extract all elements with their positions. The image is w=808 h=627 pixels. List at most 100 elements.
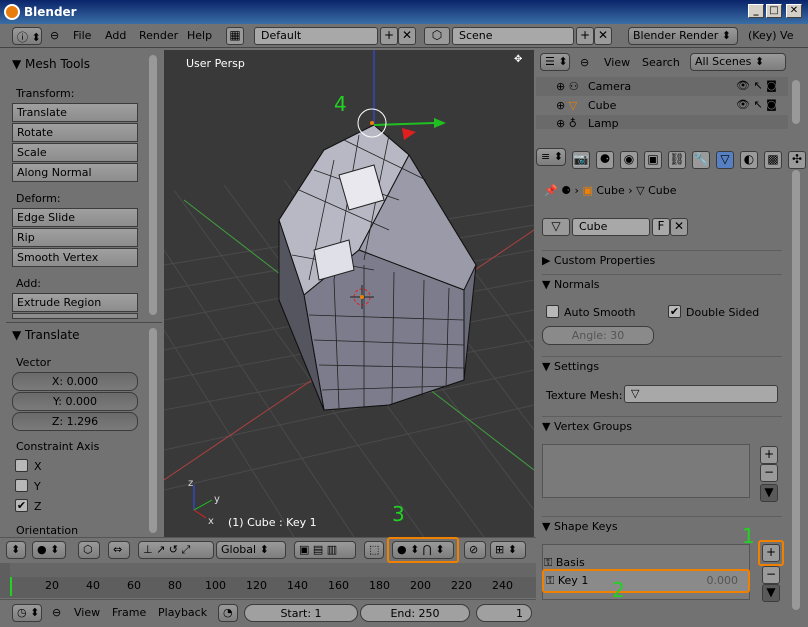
auto-smooth-angle-field[interactable]: Angle: 30 [542,326,654,345]
constraint-z-checkbox[interactable]: ✔ [15,499,28,512]
vertex-group-menu-button[interactable]: ▼ [760,484,778,502]
minimize-button[interactable]: _ [748,4,764,18]
shape-key-row-basis[interactable]: ⚿ Basis [544,556,585,570]
viewport-scene[interactable]: y x z [164,50,534,537]
visibility-icons[interactable]: 👁 ↖ ◙ [736,79,777,92]
vector-y-field[interactable]: Y: 0.000 [12,392,138,411]
smooth-vertex-button[interactable]: Smooth Vertex [12,248,138,267]
scene-filter-select[interactable]: All Scenes ⬍ [690,53,786,71]
render-tab-icon[interactable]: 📷 [572,151,590,169]
extrude-region-button[interactable]: Extrude Region [12,293,138,312]
select-mode-buttons[interactable]: ▣ ▤ ▥ [294,541,356,559]
end-frame-field[interactable]: End: 250 [360,604,470,622]
preview-range-icon[interactable]: ◔ [218,604,238,622]
manipulator-buttons[interactable]: ⊥ ↗ ↺ ⤢ [138,541,214,559]
auto-smooth-checkbox[interactable] [546,305,559,318]
modifiers-tab-icon[interactable]: 🔧 [692,151,710,169]
outliner-menu-search[interactable]: Search [642,56,680,69]
timeline-ruler[interactable]: 20 40 60 80 100 120 140 160 180 200 220 … [0,563,536,598]
texture-tab-icon[interactable]: ▩ [764,151,782,169]
data-tab-icon[interactable]: ▽ [716,151,734,169]
scene-tab-icon[interactable]: ⚈ [596,151,614,169]
timeline-menu-frame[interactable]: Frame [112,606,146,619]
add-scene-button[interactable]: + [576,27,594,45]
shading-mode-button[interactable]: ● ⬍ [32,541,66,559]
view3d-editor-type-button[interactable]: ⬍ [6,541,26,559]
menu-help[interactable]: Help [187,29,212,42]
remove-shape-key-button[interactable]: − [762,566,780,584]
vertex-groups-header[interactable]: ▼ Vertex Groups [542,416,782,438]
outliner-collapse-icon[interactable]: ⊖ [580,56,589,69]
settings-header[interactable]: ▼ Settings [542,356,782,378]
rip-button[interactable]: Rip [12,228,138,247]
outliner-row-lamp[interactable]: ⊕ ♁ Lamp [536,115,788,129]
world-tab-icon[interactable]: ◉ [620,151,638,169]
constraint-y-checkbox[interactable] [15,479,28,492]
mesh-tools-header[interactable]: ▼ Mesh Tools [12,57,90,71]
current-frame-field[interactable]: 1 [476,604,532,622]
vector-x-field[interactable]: X: 0.000 [12,372,138,391]
occlude-icon[interactable]: ⬚ [364,541,384,559]
outliner-menu-view[interactable]: View [604,56,630,69]
snap-center-icon[interactable]: ⇔ [108,541,130,559]
menu-add[interactable]: Add [105,29,126,42]
visibility-icons[interactable]: 👁 ↖ ◙ [736,98,777,111]
outliner-row-cube[interactable]: ⊕ ▽ Cube 👁 ↖ ◙ [536,96,788,115]
custom-properties-header[interactable]: ▶ Custom Properties [542,250,782,272]
texture-mesh-field[interactable]: ▽ [624,385,778,403]
snap-icon[interactable]: ⊘ [464,541,486,559]
edge-slide-button[interactable]: Edge Slide [12,208,138,227]
remove-scene-button[interactable]: ✕ [594,27,612,45]
screen-layout-icon[interactable]: ▦ [226,27,244,45]
menu-file[interactable]: File [73,29,91,42]
3d-viewport[interactable]: y x z User Persp (1) Cube : Key 1 ✥ 4 3 [164,50,534,537]
mesh-browse-icon[interactable]: ▽ [542,218,570,236]
normals-header[interactable]: ▼ Normals [542,274,782,296]
operator-scrollbar[interactable] [149,328,157,533]
rotate-button[interactable]: Rotate [12,123,138,142]
menu-render[interactable]: Render [139,29,178,42]
double-sided-checkbox[interactable]: ✔ [668,305,681,318]
viewport-corner-icon[interactable]: ✥ [514,54,522,65]
timeline-menu-playback[interactable]: Playback [158,606,207,619]
translate-button[interactable]: Translate [12,103,138,122]
properties-editor-type-button[interactable]: ≡ ⬍ [536,148,566,166]
snap-element-button[interactable]: ⊞ ⬍ [490,541,526,559]
timeline-menu-view[interactable]: View [74,606,100,619]
orientation-select[interactable]: Global ⬍ [216,541,286,559]
pivot-point-button[interactable]: ⬡ [78,541,100,559]
maximize-button[interactable]: □ [766,4,782,18]
outliner-scrollbar[interactable] [792,80,800,124]
particles-tab-icon[interactable]: ✣ [788,151,806,169]
timeline-collapse-icon[interactable]: ⊖ [52,606,61,619]
fake-user-button[interactable]: F [652,218,670,236]
unlink-mesh-button[interactable]: ✕ [670,218,688,236]
shape-key-menu-button[interactable]: ▼ [762,584,780,602]
close-button[interactable]: ✕ [786,4,802,18]
material-tab-icon[interactable]: ◐ [740,151,758,169]
vertex-groups-list[interactable] [542,444,750,498]
screen-layout-field[interactable]: Default [254,27,378,45]
tool-shelf-scrollbar[interactable] [149,55,157,315]
properties-scrollbar[interactable] [792,170,800,610]
add-vertex-group-button[interactable]: + [760,446,778,464]
along-normal-button[interactable]: Along Normal [12,163,138,182]
outliner-row-camera[interactable]: ⊕ ⚇ Camera 👁 ↖ ◙ [536,77,788,96]
constraint-x-checkbox[interactable] [15,459,28,472]
remove-layout-button[interactable]: ✕ [398,27,416,45]
object-tab-icon[interactable]: ▣ [644,151,662,169]
mesh-name-field[interactable]: Cube [572,218,650,236]
timeline-editor-type-button[interactable]: ◷ ⬍ [12,604,42,622]
scene-field[interactable]: Scene [452,27,574,45]
vector-z-field[interactable]: Z: 1.296 [12,412,138,431]
outliner-editor-type-button[interactable]: ☰ ⬍ [540,53,570,71]
editor-type-button[interactable]: ⓘ ⬍ [12,27,42,45]
render-engine-select[interactable]: Blender Render ⬍ [628,27,738,45]
constraints-tab-icon[interactable]: ⛓ [668,151,686,169]
pin-icon[interactable]: 📌 [544,184,558,197]
scale-button[interactable]: Scale [12,143,138,162]
start-frame-field[interactable]: Start: 1 [244,604,358,622]
context-tabs[interactable]: 📷 ⚈ ◉ ▣ ⛓ 🔧 ▽ ◐ ▩ ✣ [572,148,808,169]
translate-operator-header[interactable]: ▼ Translate [12,328,80,342]
collapse-menu-icon[interactable]: ⊖ [50,29,59,42]
